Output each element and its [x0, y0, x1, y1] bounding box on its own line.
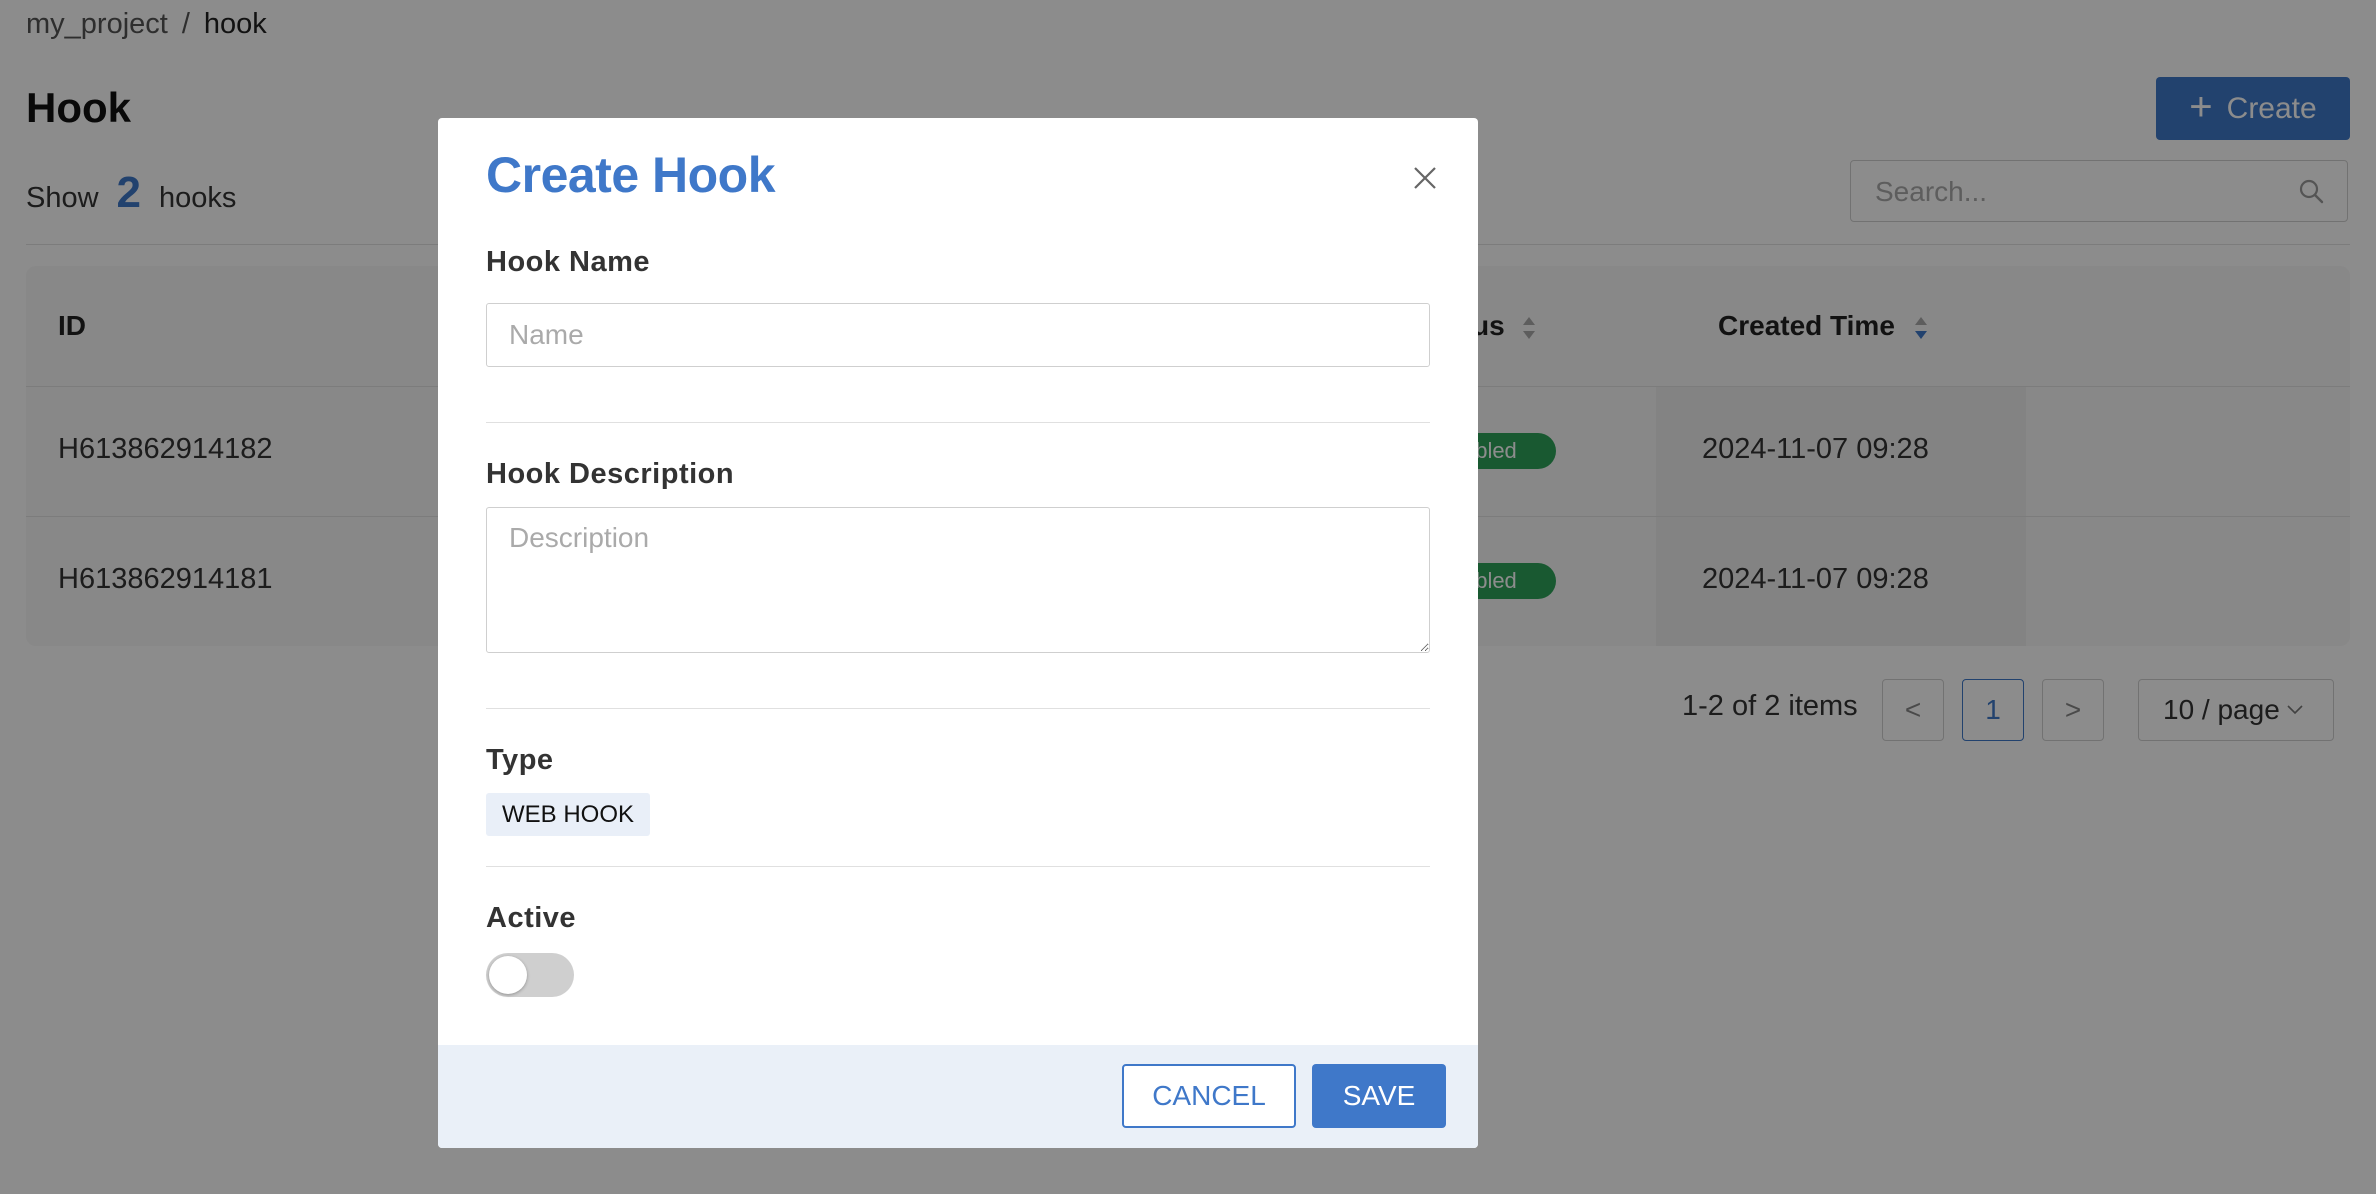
- cancel-button[interactable]: CANCEL: [1122, 1064, 1296, 1128]
- divider: [486, 866, 1430, 867]
- type-tag: WEB HOOK: [486, 793, 651, 836]
- active-toggle[interactable]: [486, 953, 574, 997]
- divider: [486, 422, 1430, 423]
- type-label: Type: [486, 744, 554, 776]
- hook-description-label: Hook Description: [486, 458, 735, 490]
- divider: [486, 708, 1430, 709]
- close-icon[interactable]: [1405, 158, 1445, 198]
- hook-name-input[interactable]: [486, 303, 1430, 367]
- save-button[interactable]: SAVE: [1312, 1064, 1446, 1128]
- create-hook-dialog: Create Hook Hook Name Hook Description T…: [438, 118, 1478, 1148]
- hook-name-label: Hook Name: [486, 246, 651, 278]
- dialog-footer: CANCEL SAVE: [438, 1045, 1478, 1148]
- hook-description-input[interactable]: [486, 507, 1430, 653]
- dialog-title: Create Hook: [486, 147, 776, 203]
- toggle-knob: [489, 956, 527, 994]
- active-label: Active: [486, 902, 577, 934]
